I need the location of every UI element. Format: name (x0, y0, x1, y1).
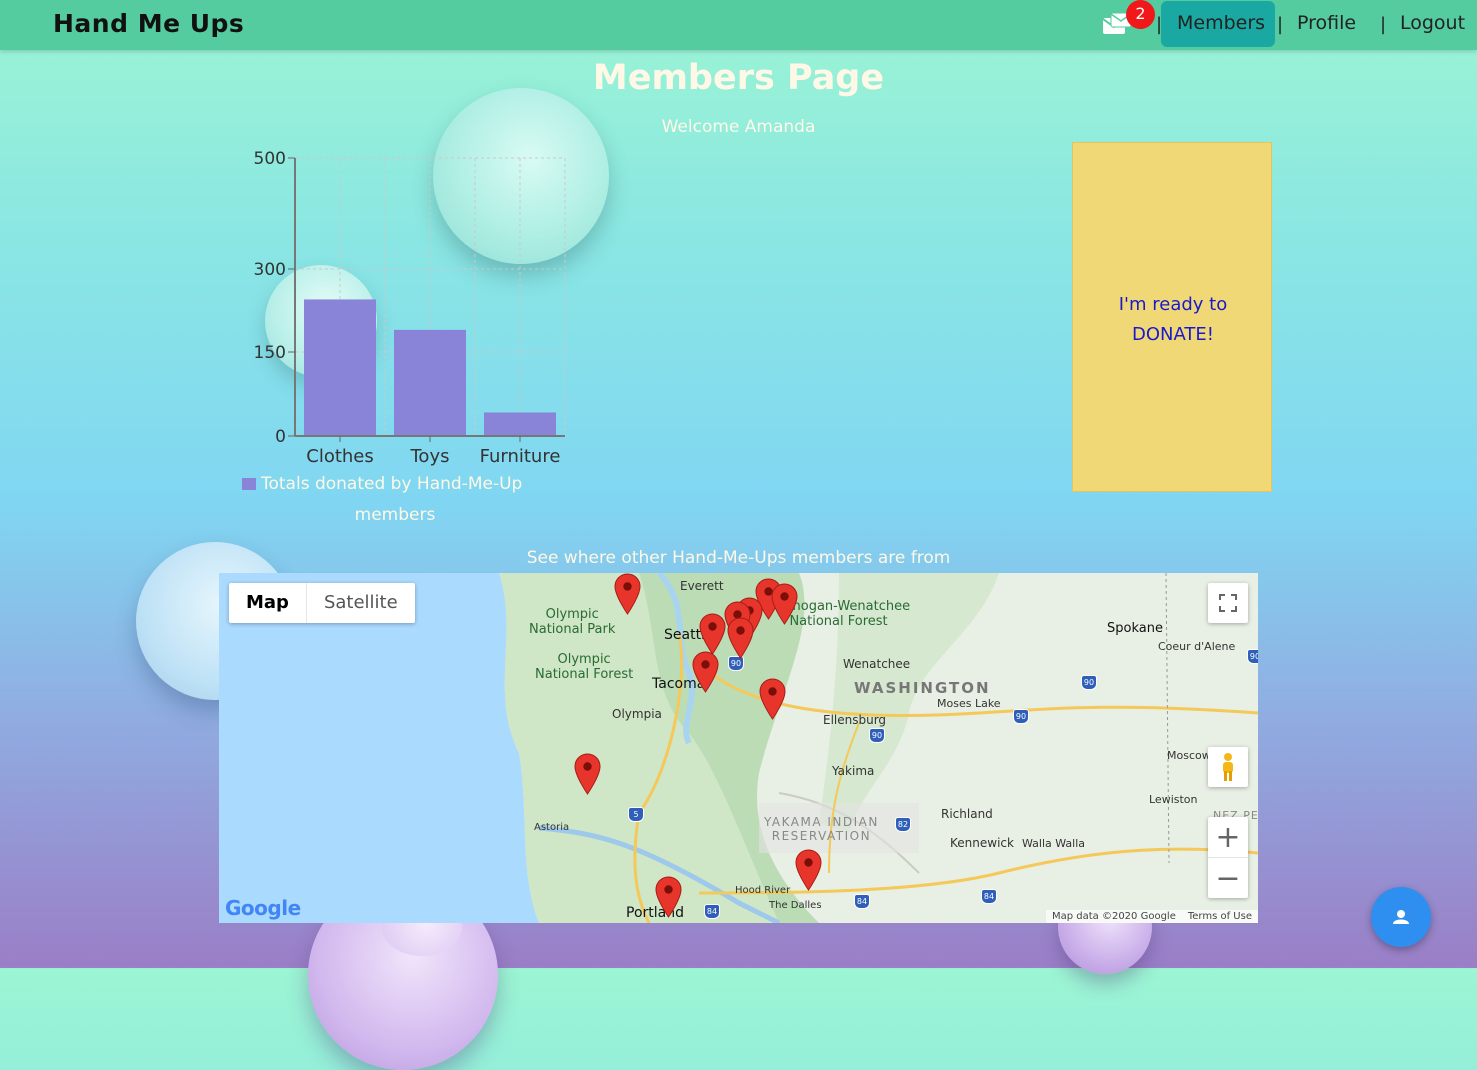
y-tick-label: 500 (254, 149, 286, 169)
page-title: Members Page (592, 58, 885, 98)
donate-line1: I'm ready to (1118, 294, 1228, 315)
y-tick-label: 300 (254, 260, 286, 280)
chart-legend: Totals donated by Hand-Me-Up members (242, 474, 522, 525)
donate-cta[interactable]: I'm ready to DONATE! (1073, 290, 1273, 350)
x-tick-label: Toys (410, 446, 450, 467)
nav-link-logout[interactable]: Logout (1400, 12, 1465, 34)
map-label-olympic-national-forest: Olympic National Forest (535, 652, 633, 682)
mail-count-badge: 2 (1126, 0, 1155, 29)
chart-bar-furniture (484, 412, 556, 436)
members-map[interactable]: Everett Seattle Tacoma Olympia Olympic N… (219, 573, 1258, 923)
highway-shield: 90 (1081, 675, 1097, 690)
donations-bar-chart: Clothes Toys Furniture 0 150 300 500 Totals do… (242, 149, 566, 525)
map-label-lewiston: Lewiston (1149, 793, 1198, 806)
highway-shield: 84 (704, 904, 720, 919)
y-tick-label: 150 (254, 343, 286, 363)
map-marker-icon[interactable] (574, 753, 601, 795)
map-type-control: Map Satellite (229, 583, 415, 623)
map-label-line: YAKAMA INDIAN (764, 815, 879, 829)
welcome-message: Welcome Amanda (661, 117, 816, 137)
map-label-kennewick: Kennewick (950, 836, 1014, 850)
map-label-washington: WASHINGTON (854, 679, 991, 697)
map-label-moses-lake: Moses Lake (937, 697, 1001, 710)
legend-label-line1: Totals donated by Hand-Me-Up (260, 474, 522, 494)
nav-separator: | (1277, 14, 1284, 35)
map-label-yakama-reservation: YAKAMA INDIAN RESERVATION (764, 815, 879, 843)
map-label-hood-river: Hood River (735, 885, 791, 896)
map-label-line: National Park (529, 622, 616, 637)
map-label-line: RESERVATION (771, 829, 872, 843)
pegman-icon (1223, 753, 1233, 781)
map-label-coeur-dalene: Coeur d'Alene (1158, 640, 1236, 653)
map-marker-icon[interactable] (692, 651, 719, 693)
map-label-richland: Richland (941, 807, 993, 821)
user-icon (1393, 910, 1409, 924)
zoom-control: + − (1208, 817, 1248, 898)
map-marker-icon[interactable] (795, 849, 822, 891)
fullscreen-button[interactable] (1208, 583, 1248, 623)
map-label-wenatchee: Wenatchee (843, 657, 911, 671)
map-attribution: Map data ©2020 Google Terms of Use (1045, 910, 1258, 923)
highway-shield: 84 (854, 894, 870, 909)
zoom-in-button[interactable]: + (1208, 817, 1248, 858)
map-label-line: Olympic (557, 652, 611, 667)
y-tick-label: 0 (275, 427, 286, 447)
map-data-credit: Map data ©2020 Google (1051, 911, 1176, 922)
highway-shield: 5 (628, 807, 644, 822)
chart-bars (304, 299, 556, 436)
google-logo: Google (225, 896, 301, 920)
highway-shield: 90 (1013, 709, 1029, 724)
highway-shield: 82 (895, 817, 911, 832)
x-tick-label: Clothes (306, 446, 374, 467)
legend-label-line2: members (355, 505, 436, 525)
map-label-everett: Everett (680, 579, 724, 593)
nav-link-members[interactable]: Members (1177, 12, 1265, 34)
donate-line2: DONATE! (1132, 324, 1214, 345)
map-label-olympic-national-park: Olympic National Park (529, 607, 615, 637)
legend-swatch (242, 478, 256, 490)
x-tick-label: Furniture (480, 446, 561, 467)
map-type-map-button[interactable]: Map (229, 583, 307, 623)
map-label-line: Olympic (545, 607, 599, 622)
top-navbar: Hand Me Ups 2 | Members | Profile | Logo… (0, 0, 1477, 50)
highway-shield: 84 (981, 889, 997, 904)
map-type-satellite-button[interactable]: Satellite (307, 583, 415, 623)
map-label-astoria: Astoria (534, 822, 570, 833)
user-fab-button[interactable] (1371, 887, 1431, 947)
map-marker-icon[interactable] (655, 876, 682, 918)
map-label-olympia: Olympia (612, 707, 662, 721)
street-view-pegman[interactable] (1208, 747, 1248, 787)
chart-bar-clothes (304, 299, 376, 436)
highway-shield: 90 (1247, 649, 1258, 664)
brand-logo[interactable]: Hand Me Ups (53, 9, 244, 38)
map-marker-icon[interactable] (727, 617, 754, 659)
map-marker-icon[interactable] (759, 678, 786, 720)
map-label-walla-walla: Walla Walla (1022, 837, 1086, 850)
map-caption: See where other Hand-Me-Ups members are … (526, 548, 951, 568)
zoom-out-button[interactable]: − (1208, 858, 1248, 898)
chart-bar-toys (394, 329, 466, 436)
google-logo-text: Google (225, 896, 301, 920)
map-label-yakima: Yakima (832, 764, 875, 778)
map-marker-icon[interactable] (614, 573, 641, 615)
map-label-spokane: Spokane (1107, 621, 1163, 636)
terms-of-use-link[interactable]: Terms of Use (1188, 911, 1252, 922)
map-marker-icon[interactable] (699, 613, 726, 655)
map-label-line: National Forest (535, 667, 634, 682)
fullscreen-icon (1219, 594, 1237, 612)
nav-separator: | (1380, 14, 1387, 35)
donate-card[interactable]: I'm ready to DONATE! (1072, 142, 1272, 492)
map-label-ellensburg: Ellensburg (823, 713, 887, 727)
map-label-the-dalles: The Dalles (769, 900, 822, 911)
nav-link-profile[interactable]: Profile (1297, 12, 1356, 34)
map-marker-icon[interactable] (771, 583, 798, 625)
map-label-moscow: Moscow (1167, 749, 1211, 762)
highway-shield: 90 (869, 728, 885, 743)
